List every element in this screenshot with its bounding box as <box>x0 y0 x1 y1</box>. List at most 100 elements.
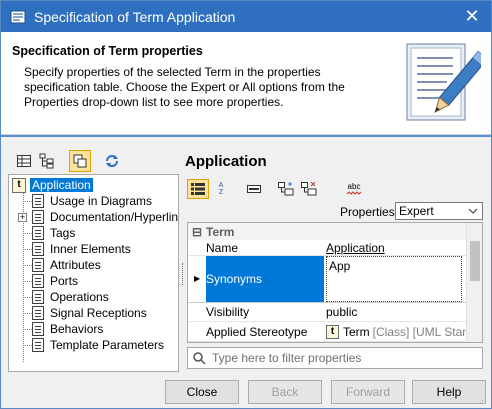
app-icon <box>10 10 26 23</box>
page-icon <box>32 242 44 256</box>
tree-item-ports[interactable]: Ports <box>23 273 80 289</box>
property-value-stereotype[interactable]: t Term [Class] [UML Standard <box>326 322 466 341</box>
copy-icon[interactable] <box>69 150 91 172</box>
tree-item-label: Inner Elements <box>50 242 131 256</box>
back-button[interactable]: Back <box>248 380 322 404</box>
property-name: Visibility <box>206 305 250 319</box>
collapse-icon[interactable]: ⊟ <box>192 225 202 239</box>
field-icon[interactable] <box>244 179 264 199</box>
sort-alphabetical-icon[interactable]: A Z <box>211 179 231 199</box>
tree-item-template-parameters[interactable]: Template Parameters <box>23 337 166 353</box>
vertical-scrollbar[interactable] <box>466 223 482 342</box>
sort-icon-text: A Z <box>218 182 224 196</box>
properties-dropdown[interactable]: Expert <box>395 202 483 220</box>
group-header-term[interactable]: ⊟ Term <box>188 223 466 240</box>
property-value[interactable]: Application <box>326 240 466 255</box>
search-icon <box>193 351 206 365</box>
tree-item-label: Signal Receptions <box>50 306 147 320</box>
property-value: App <box>329 259 351 273</box>
table-row-selected[interactable]: ▶ Synonyms App <box>188 256 466 303</box>
close-icon[interactable]: ✕ <box>453 1 491 32</box>
tree-item-tags[interactable]: Tags <box>23 225 77 241</box>
tree-item-usage-in-diagrams[interactable]: Usage in Diagrams <box>23 193 154 209</box>
header-divider <box>1 135 491 137</box>
categorized-view-icon[interactable] <box>187 179 209 199</box>
tree-item-label: Application <box>30 178 93 192</box>
property-value-editor[interactable]: App <box>326 256 462 302</box>
page-icon <box>32 338 44 352</box>
tree-line <box>23 313 32 314</box>
tree-item-behaviors[interactable]: Behaviors <box>23 321 105 337</box>
tree-line <box>23 329 32 330</box>
properties-value: Expert <box>399 204 434 218</box>
page-icon <box>32 306 44 320</box>
resize-grip-icon[interactable]: ⋰ <box>479 396 489 406</box>
tree-item-label: Tags <box>50 226 76 240</box>
tree-item-inner-elements[interactable]: Inner Elements <box>23 241 133 257</box>
group-label: Term <box>206 224 235 239</box>
help-button[interactable]: Help <box>412 380 486 404</box>
property-name: Synonyms <box>206 256 324 302</box>
page-icon <box>32 274 44 288</box>
filter-input-box[interactable]: Type here to filter properties <box>187 347 483 369</box>
scrollbar-thumb[interactable] <box>470 241 480 281</box>
tree-item-label: Operations <box>50 290 109 304</box>
page-icon <box>32 210 44 224</box>
term-icon: t <box>12 177 26 193</box>
tree-view-icon[interactable] <box>37 151 57 171</box>
tree-line <box>23 265 32 266</box>
tree-line <box>23 281 32 282</box>
tree-item-label: Ports <box>50 274 79 288</box>
page-icon <box>32 226 44 240</box>
page-icon <box>32 194 44 208</box>
page-icon <box>32 322 44 336</box>
properties-grid[interactable]: ⊟ Term Name Application ▶ Synonyms App V… <box>187 222 483 343</box>
tree-line <box>23 233 32 234</box>
navigation-tree[interactable]: t Application Usage in Diagrams + Docume… <box>8 174 179 372</box>
tree-item-label: Documentation/Hyperlinks <box>50 210 179 224</box>
tree-item-label: Attributes <box>50 258 101 272</box>
filter-placeholder: Type here to filter properties <box>212 351 362 365</box>
tree-item-attributes[interactable]: Attributes <box>23 257 103 273</box>
table-row[interactable]: Name Application <box>188 240 466 256</box>
spell-check-icon[interactable]: abc <box>342 179 366 199</box>
tree-item-operations[interactable]: Operations <box>23 289 111 305</box>
tree-item-label: Usage in Diagrams <box>50 194 153 208</box>
tree-item-label: Behaviors <box>50 322 104 336</box>
pane-splitter[interactable] <box>182 263 184 285</box>
tree-item-documentation-hyperlinks[interactable]: + Documentation/Hyperlinks <box>18 209 179 225</box>
title-bar: Specification of Term Application ✕ <box>1 1 491 32</box>
expand-icon[interactable]: + <box>18 212 27 222</box>
property-value[interactable]: public <box>326 303 466 321</box>
table-row[interactable]: Applied Stereotype t Term [Class] [UML S… <box>188 322 466 342</box>
abc-icon-text: abc <box>347 181 361 191</box>
chevron-down-icon <box>468 208 478 214</box>
term-icon: t <box>326 324 339 339</box>
forward-button[interactable]: Forward <box>331 380 405 404</box>
stereotype-name: Term <box>343 324 370 339</box>
specification-window: Specification of Term Application ✕ Spec… <box>0 0 492 409</box>
property-name: Name <box>206 240 239 255</box>
close-button[interactable]: Close <box>165 380 239 404</box>
table-view-icon[interactable] <box>14 151 34 171</box>
document-pencil-icon <box>406 43 481 121</box>
properties-label: Properties: <box>340 205 399 219</box>
tree-item-signal-receptions[interactable]: Signal Receptions <box>23 305 149 321</box>
tree-item-application[interactable]: t Application <box>12 177 93 193</box>
stereotype-suffix: [Class] [UML Standard <box>372 324 466 339</box>
header-title: Specification of Term properties <box>12 44 203 58</box>
property-name: Applied Stereotype <box>206 324 308 339</box>
page-icon <box>32 258 44 272</box>
tree-line <box>23 345 32 346</box>
table-row[interactable]: Visibility public <box>188 303 466 322</box>
collapse-all-icon[interactable] <box>299 179 319 199</box>
window-title: Specification of Term Application <box>34 8 236 25</box>
tree-line <box>23 201 32 202</box>
header-description: Specify properties of the selected Term … <box>24 65 345 109</box>
tree-item-label: Template Parameters <box>50 338 165 352</box>
element-title: Application <box>185 153 267 170</box>
dialog-header: Specification of Term properties Specify… <box>1 32 491 135</box>
page-icon <box>32 290 44 304</box>
refresh-icon[interactable] <box>102 151 122 171</box>
expand-all-icon[interactable] <box>276 179 296 199</box>
